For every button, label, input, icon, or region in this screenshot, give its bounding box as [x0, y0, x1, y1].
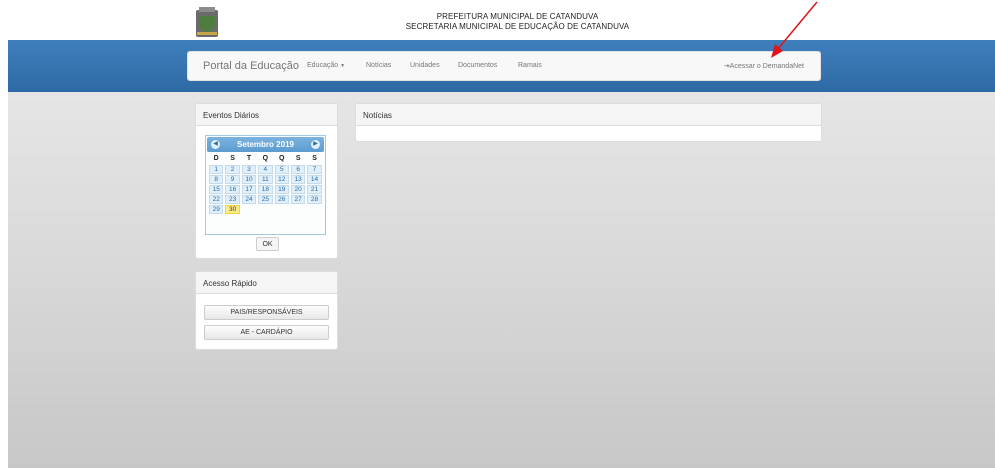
prev-month-icon[interactable]: ◀: [211, 140, 220, 149]
calendar-weekdays: DSTQQSS: [208, 155, 323, 162]
acesso-rapido-panel: Acesso Rápido PAIS/RESPONSÁVEIS AE - CAR…: [195, 271, 338, 350]
calendar-empty-cell: [307, 205, 321, 214]
calendar-day[interactable]: 25: [258, 195, 273, 204]
nav-item-noticias[interactable]: Notícias: [366, 62, 391, 69]
login-label: Acessar o DemandaNet: [729, 63, 804, 70]
header-title-line1: PREFEITURA MUNICIPAL DE CATANDUVA: [436, 12, 599, 21]
calendar-empty-cell: [242, 205, 256, 214]
calendar-week-row: 1234567: [208, 165, 323, 174]
calendar-day[interactable]: 30: [225, 205, 240, 214]
nav-item-ramais[interactable]: Ramais: [518, 62, 542, 69]
calendar-day[interactable]: 4: [258, 165, 273, 174]
calendar-day[interactable]: 28: [307, 195, 322, 204]
annotation-arrow-icon: [771, 1, 818, 58]
calendar-day[interactable]: 21: [307, 185, 322, 194]
weekday-label: T: [246, 155, 252, 162]
noticias-panel-title: Notícias: [356, 104, 821, 126]
nav-item-unidades[interactable]: Unidades: [410, 62, 440, 69]
calendar-empty-cell: [291, 205, 305, 214]
ok-button[interactable]: OK: [256, 237, 279, 251]
caret-down-icon: ▼: [340, 63, 346, 69]
nav-item-educacao[interactable]: Educação ▼: [307, 62, 345, 69]
login-demandanet-link[interactable]: ⇥Acessar o DemandaNet: [724, 62, 804, 70]
calendar-day[interactable]: 5: [274, 165, 289, 174]
calendar-day[interactable]: 26: [274, 195, 289, 204]
header-title-line2: SECRETARIA MUNICIPAL DE EDUCAÇÃO DE CATA…: [405, 22, 630, 31]
calendar-day[interactable]: 12: [274, 175, 289, 184]
calendar-widget: Setembro 2019 ◀ ▶ DSTQQSS 1 2 3 4 5 6 7 8 9 10 11 1…: [205, 135, 326, 235]
weekday-label: S: [230, 155, 235, 162]
navbar-brand[interactable]: Portal da Educação: [203, 60, 299, 72]
calendar-day[interactable]: 13: [290, 175, 306, 184]
pais-responsaveis-button[interactable]: PAIS/RESPONSÁVEIS: [204, 305, 329, 320]
eventos-panel-title: Eventos Diários: [196, 104, 337, 126]
calendar-day[interactable]: 3: [241, 165, 257, 174]
calendar-empty-cell: [258, 205, 272, 214]
calendar-week-row: 15 16 17 18 19 20 21: [208, 185, 323, 194]
calendar-day[interactable]: 20: [290, 185, 306, 194]
calendar-day[interactable]: 24: [241, 195, 257, 204]
calendar-day[interactable]: 16: [225, 185, 240, 194]
calendar-day[interactable]: 8: [209, 175, 224, 184]
calendar-day[interactable]: 23: [225, 195, 240, 204]
calendar-header: Setembro 2019 ◀ ▶: [207, 137, 324, 152]
calendar-day[interactable]: 11: [258, 175, 273, 184]
calendar-week-row: 8 9 10 11 12 13 14: [208, 175, 323, 184]
calendar-day[interactable]: 7: [307, 165, 322, 174]
calendar-day[interactable]: 17: [241, 185, 257, 194]
noticias-panel: Notícias: [355, 103, 822, 142]
calendar-day[interactable]: 9: [225, 175, 240, 184]
weekday-label: S: [295, 155, 301, 162]
calendar-day[interactable]: 18: [258, 185, 273, 194]
calendar-day[interactable]: 14: [307, 175, 322, 184]
calendar-day[interactable]: 15: [209, 185, 224, 194]
next-month-icon[interactable]: ▶: [311, 140, 320, 149]
calendar-week-row: 22 23 24 25 26 27 28: [208, 195, 323, 204]
cardapio-button[interactable]: AE - CARDÁPIO: [204, 325, 329, 340]
calendar-day[interactable]: 29: [209, 205, 224, 214]
calendar-day[interactable]: 1: [209, 165, 224, 174]
calendar-day[interactable]: 27: [290, 195, 306, 204]
calendar-day[interactable]: 2: [225, 165, 240, 174]
nav-item-documentos[interactable]: Documentos: [458, 62, 497, 69]
calendar-empty-cell: [275, 205, 289, 214]
calendar-day[interactable]: 10: [241, 175, 257, 184]
calendar-year: 2019: [276, 140, 294, 149]
calendar-day[interactable]: 22: [209, 195, 224, 204]
navbar: Portal da Educação Educação ▼ Notícias Un…: [187, 51, 821, 81]
calendar-week-row: 29 30: [208, 205, 323, 214]
calendar-day[interactable]: 19: [274, 185, 289, 194]
weekday-label: S: [312, 155, 317, 162]
nav-item-label: Educação: [307, 62, 339, 69]
eventos-panel: Eventos Diários Setembro 2019 ◀ ▶ DSTQQS…: [195, 103, 338, 259]
calendar-day[interactable]: 6: [290, 165, 306, 174]
weekday-label: D: [213, 155, 219, 162]
acesso-rapido-title: Acesso Rápido: [196, 272, 337, 294]
weekday-label: Q: [279, 155, 285, 162]
calendar-month: Setembro: [237, 140, 274, 149]
weekday-label: Q: [262, 155, 269, 162]
calendar-month-year: Setembro 2019: [207, 140, 324, 149]
